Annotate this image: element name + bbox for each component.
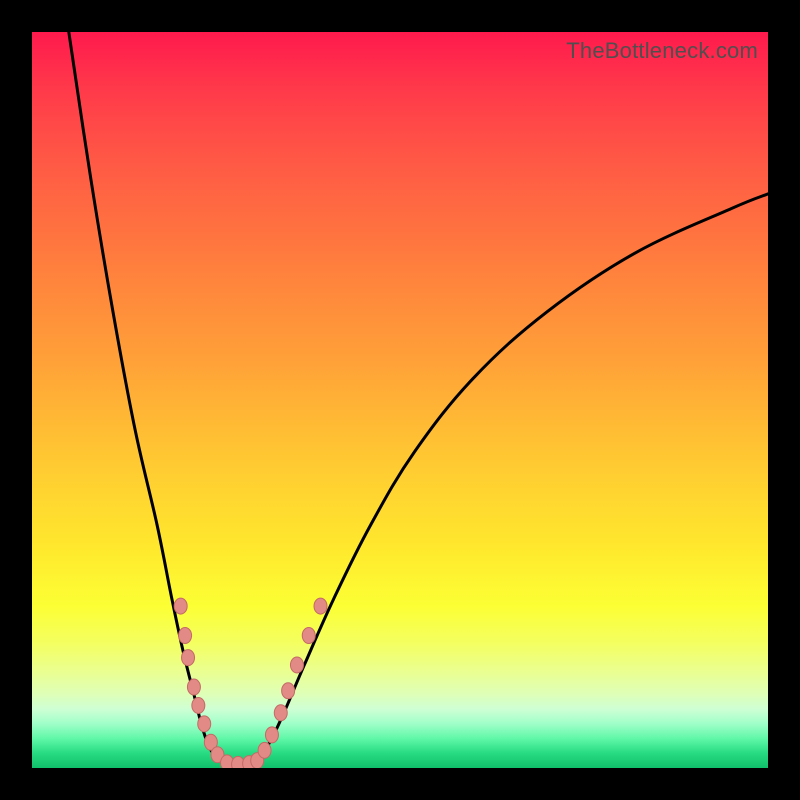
highlight-marker <box>302 628 315 644</box>
highlight-markers <box>174 598 327 768</box>
highlight-marker <box>274 705 287 721</box>
highlight-marker <box>258 742 271 758</box>
highlight-marker <box>314 598 327 614</box>
plot-area: TheBottleneck.com <box>32 32 768 768</box>
highlight-marker <box>182 650 195 666</box>
highlight-marker <box>265 727 278 743</box>
curve-left-branch <box>69 32 224 762</box>
highlight-marker <box>179 628 192 644</box>
highlight-marker <box>174 598 187 614</box>
highlight-marker <box>282 683 295 699</box>
bottleneck-curve <box>32 32 768 768</box>
highlight-marker <box>192 697 205 713</box>
highlight-marker <box>290 657 303 673</box>
highlight-marker <box>198 716 211 732</box>
curve-right-branch <box>253 194 768 762</box>
highlight-marker <box>187 679 200 695</box>
chart-frame: TheBottleneck.com <box>0 0 800 800</box>
